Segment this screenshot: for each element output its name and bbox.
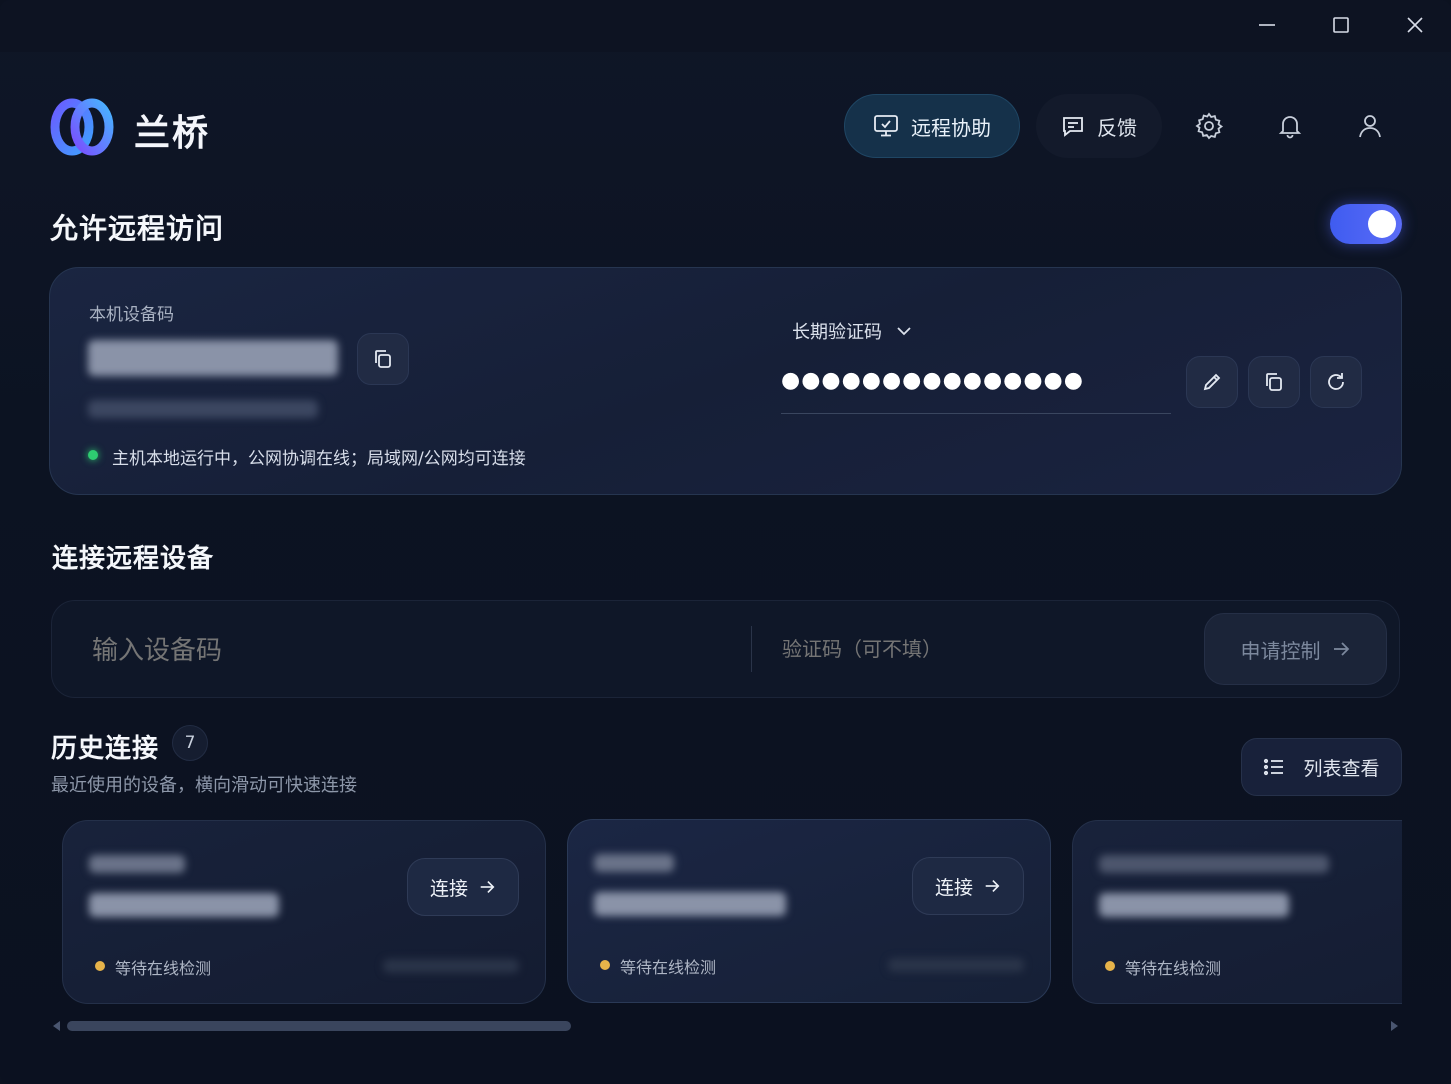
connect-label: 连接 bbox=[934, 876, 973, 899]
maximize-button[interactable] bbox=[1321, 6, 1361, 44]
copy-password-button[interactable] bbox=[1248, 356, 1300, 408]
card-status-text: 等待在线检测 bbox=[115, 959, 212, 978]
device-subtitle-redacted bbox=[88, 400, 318, 418]
code-type-label: 长期验证码 bbox=[792, 322, 882, 343]
device-code-input[interactable] bbox=[92, 628, 692, 672]
device-name-redacted bbox=[89, 855, 185, 873]
horizontal-scrollbar-thumb[interactable] bbox=[67, 1021, 571, 1031]
last-used-redacted bbox=[383, 959, 519, 973]
connect-button[interactable]: 连接 bbox=[912, 857, 1024, 915]
title-bar bbox=[0, 0, 1451, 52]
copy-icon bbox=[375, 350, 391, 368]
device-code-redacted bbox=[594, 892, 786, 916]
history-subtitle: 最近使用的设备，横向滑动可快速连接 bbox=[51, 775, 357, 796]
list-view-label: 列表查看 bbox=[1303, 757, 1380, 780]
scroll-right-arrow[interactable] bbox=[1391, 1021, 1398, 1031]
feedback-label: 反馈 bbox=[1097, 115, 1137, 140]
history-card[interactable]: 连接 等待在线检测 bbox=[567, 819, 1051, 1003]
history-card[interactable]: 连接 等待在线检测 bbox=[62, 820, 546, 1004]
history-count-badge: 7 bbox=[172, 725, 208, 761]
card-status-text: 等待在线检测 bbox=[620, 958, 717, 977]
host-status-text: 主机本地运行中，公网协调在线；局域网/公网均可连接 bbox=[112, 449, 526, 469]
online-status-dot bbox=[88, 450, 98, 460]
request-control-label: 申请控制 bbox=[1240, 638, 1321, 663]
scroll-left-arrow[interactable] bbox=[53, 1021, 60, 1031]
monitor-icon bbox=[874, 115, 898, 137]
connect-label: 连接 bbox=[429, 877, 468, 900]
close-button[interactable] bbox=[1395, 6, 1435, 44]
arrow-right-icon bbox=[1333, 642, 1349, 656]
copy-device-code-button[interactable] bbox=[357, 333, 409, 385]
input-divider bbox=[751, 626, 752, 672]
list-view-button[interactable]: 列表查看 bbox=[1241, 738, 1402, 796]
remote-assist-tab[interactable]: 远程协助 bbox=[844, 94, 1020, 158]
gear-icon bbox=[1195, 112, 1224, 140]
close-icon bbox=[1407, 17, 1423, 33]
remote-access-title: 允许远程访问 bbox=[50, 212, 225, 245]
device-code-redacted bbox=[1099, 893, 1289, 917]
history-title: 历史连接 bbox=[51, 734, 160, 764]
list-icon bbox=[1264, 758, 1284, 776]
password-field[interactable]: ●●●●●●●●●●●●●●● bbox=[781, 368, 1171, 414]
chevron-down-icon bbox=[897, 327, 911, 336]
remote-access-toggle[interactable] bbox=[1330, 204, 1402, 244]
device-code-redacted bbox=[88, 340, 338, 376]
minimize-button[interactable] bbox=[1247, 6, 1287, 44]
connect-button[interactable]: 连接 bbox=[407, 858, 519, 916]
toggle-knob bbox=[1368, 210, 1396, 238]
minimize-icon bbox=[1259, 24, 1275, 26]
feedback-button[interactable]: 反馈 bbox=[1036, 94, 1162, 158]
arrow-right-icon bbox=[985, 880, 1000, 892]
arrow-right-icon bbox=[480, 881, 495, 893]
remote-assist-label: 远程协助 bbox=[911, 115, 991, 140]
device-name-redacted bbox=[1099, 855, 1329, 873]
device-name-redacted bbox=[594, 854, 674, 872]
refresh-password-button[interactable] bbox=[1310, 356, 1362, 408]
history-cards-scroller[interactable]: 连接 等待在线检测 连接 等待在线检测 等待在线检测 bbox=[52, 812, 1402, 1012]
account-button[interactable] bbox=[1348, 104, 1392, 148]
waiting-status-dot bbox=[1105, 961, 1115, 971]
verification-code-input[interactable] bbox=[782, 632, 1182, 668]
waiting-status-dot bbox=[95, 961, 105, 971]
chat-icon bbox=[1063, 117, 1083, 137]
app-logo bbox=[50, 98, 114, 156]
waiting-status-dot bbox=[600, 960, 610, 970]
pencil-icon bbox=[1203, 373, 1221, 391]
history-card[interactable]: 等待在线检测 bbox=[1072, 820, 1402, 1004]
edit-password-button[interactable] bbox=[1186, 356, 1238, 408]
user-icon bbox=[1359, 115, 1381, 138]
notifications-button[interactable] bbox=[1268, 104, 1312, 148]
maximize-icon bbox=[1333, 17, 1349, 33]
device-code-redacted bbox=[89, 893, 279, 917]
connect-title: 连接远程设备 bbox=[52, 544, 215, 574]
refresh-icon bbox=[1328, 373, 1344, 390]
code-type-dropdown[interactable]: 长期验证码 bbox=[792, 318, 912, 344]
app-window: 兰桥 远程协助 反馈 允许远程访问 本机设备码 主机本地运行中，公网协调在线；局… bbox=[0, 0, 1451, 1084]
card-status-text: 等待在线检测 bbox=[1125, 959, 1222, 978]
copy-icon bbox=[1266, 373, 1282, 391]
device-code-label: 本机设备码 bbox=[89, 305, 174, 325]
bell-icon bbox=[1278, 116, 1302, 139]
last-used-redacted bbox=[888, 958, 1024, 972]
request-control-button[interactable]: 申请控制 bbox=[1204, 613, 1387, 685]
app-name: 兰桥 bbox=[134, 113, 211, 154]
settings-button[interactable] bbox=[1187, 104, 1231, 148]
